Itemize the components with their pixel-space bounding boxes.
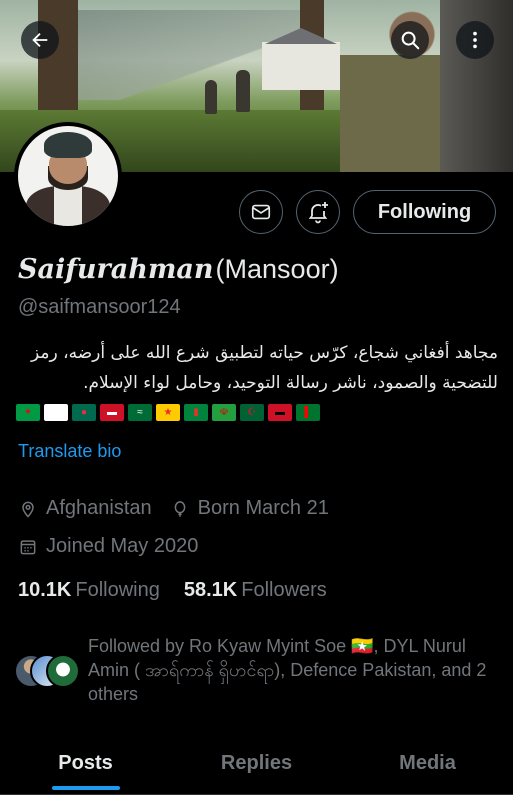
more-button[interactable] (456, 21, 494, 59)
followers-label: Followers (241, 579, 327, 601)
display-name-plain: (Mansoor) (215, 254, 339, 284)
tab-replies[interactable]: Replies (171, 732, 342, 794)
flag-3-icon: ● (72, 404, 96, 421)
followed-by-text: Followed by Ro Kyaw Myint Soe 🇲🇲, DYL Nu… (88, 636, 487, 704)
mail-icon (251, 204, 271, 220)
avatar-shirt (54, 186, 82, 226)
flag-9-icon: ☪ (240, 404, 264, 421)
profile-meta-row: Afghanistan Born March 21 (18, 497, 329, 520)
display-name-script: Saifurahman (18, 254, 214, 285)
flag-8-icon: ☫ (212, 404, 236, 421)
follow-counts: 10.1K Following 58.1K Followers (18, 579, 327, 602)
notification-bell-plus-icon (308, 202, 328, 224)
following-button[interactable]: Following (353, 190, 496, 234)
following-count: 10.1K (18, 579, 72, 601)
profile-avatar[interactable] (14, 122, 122, 230)
message-button[interactable] (239, 190, 283, 234)
flag-10-icon: ▬ (268, 404, 292, 421)
joined-date-text: Joined May 2020 (46, 535, 199, 557)
flag-4-icon: ▬ (100, 404, 124, 421)
profile-tabs: Posts Replies Media (0, 732, 513, 795)
location-pin-icon (22, 501, 34, 518)
banner-figure (205, 80, 217, 114)
bio-text: مجاهد أفغاني شجاع، كرّس حياته لتطبيق شرع… (31, 343, 498, 393)
followers-count: 58.1K (183, 579, 238, 601)
following-label: Following (75, 579, 160, 601)
flag-1-icon: ✦ (16, 404, 40, 421)
flag-7-icon: ▮ (184, 404, 208, 421)
notifications-button[interactable] (296, 190, 340, 234)
back-arrow-icon (32, 32, 48, 48)
display-name: Saifurahman (Mansoor) (18, 254, 339, 285)
avatar-image (18, 126, 118, 226)
search-button[interactable] (391, 21, 429, 59)
flag-6-icon: ★ (156, 404, 180, 421)
followed-by-section[interactable]: Followed by Ro Kyaw Myint Soe 🇲🇲, DYL Nu… (14, 634, 504, 706)
following-count-link[interactable]: 10.1K Following (18, 579, 160, 602)
bio-flags: ✦ ⚐ ● ▬ ≈ ★ ▮ ☫ ☪ ▬ ▌ (16, 404, 320, 421)
followed-by-avatars (14, 654, 84, 694)
tab-posts[interactable]: Posts (0, 732, 171, 794)
flag-5-icon: ≈ (128, 404, 152, 421)
tab-media[interactable]: Media (342, 732, 513, 794)
search-icon (401, 31, 420, 50)
location-text: Afghanistan (46, 497, 152, 519)
translate-bio-link[interactable]: Translate bio (18, 441, 121, 462)
follower-avatar (46, 654, 80, 688)
banner-house (262, 42, 340, 90)
calendar-icon (20, 539, 36, 554)
banner-figure (236, 70, 250, 112)
back-button[interactable] (21, 21, 59, 59)
flag-11-icon: ▌ (296, 404, 320, 421)
user-handle: @saifmansoor124 (18, 296, 181, 318)
more-vertical-icon (473, 31, 477, 49)
followers-count-link[interactable]: 58.1K Followers (184, 579, 327, 602)
joined-row: Joined May 2020 (18, 535, 198, 558)
avatar-turban (44, 132, 92, 158)
balloon-icon (174, 500, 185, 517)
birth-date-text: Born March 21 (197, 497, 329, 519)
flag-2-icon: ⚐ (44, 404, 68, 421)
